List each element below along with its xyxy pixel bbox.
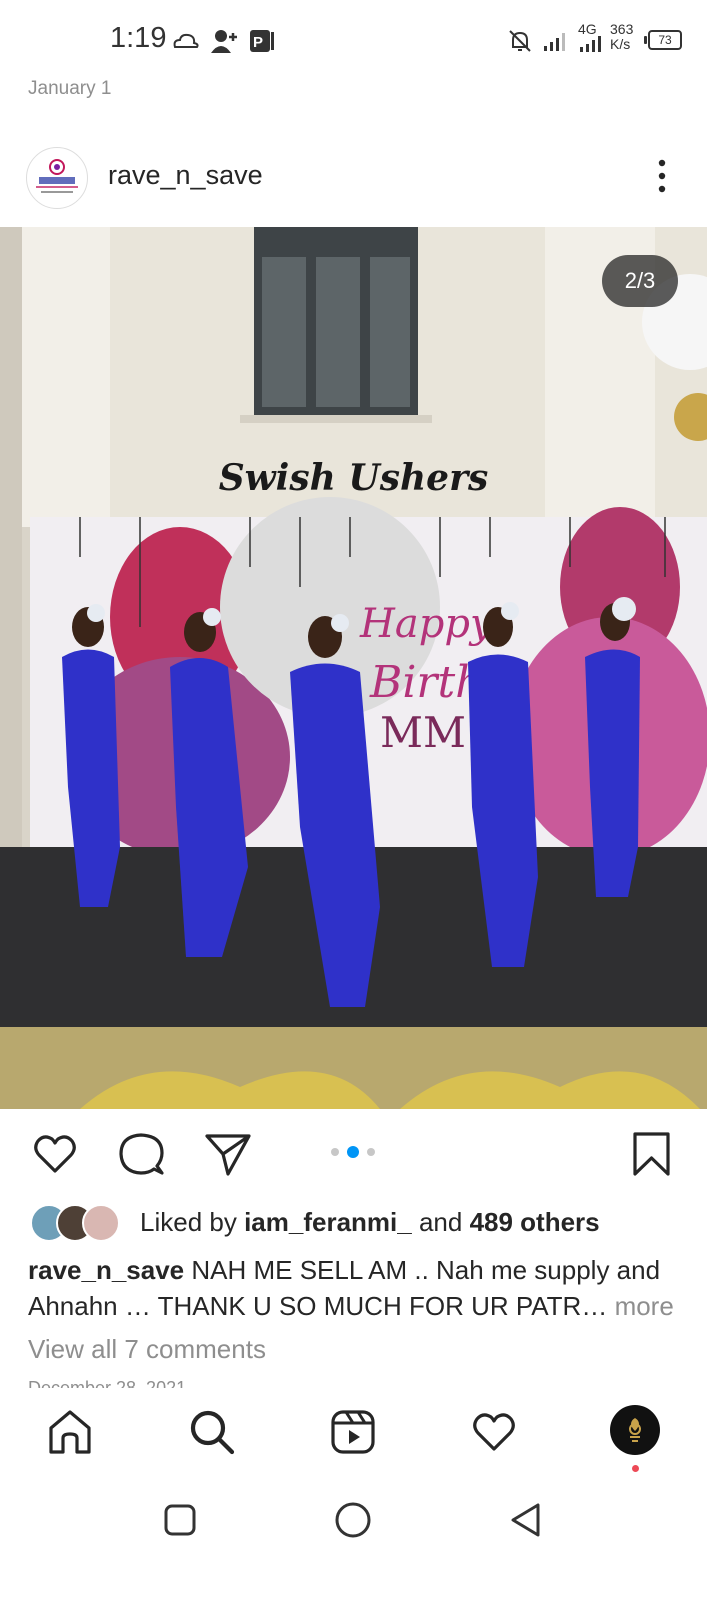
post-group-date: January 1 <box>28 78 112 99</box>
network-speed-value: 363 <box>610 21 634 37</box>
likes-user-link[interactable]: iam_feranmi_ <box>244 1207 412 1237</box>
network-speed-unit: K/s <box>610 36 631 52</box>
post-photo-scene: Happy Birthd MM <box>0 227 707 1109</box>
cloud-icon <box>170 24 202 58</box>
bookmark-icon <box>633 1132 670 1176</box>
comment-icon <box>119 1133 164 1175</box>
liked-by-avatars[interactable] <box>30 1203 120 1243</box>
signal-4g-icon <box>578 34 606 54</box>
recents-button[interactable] <box>160 1500 200 1540</box>
post-photo[interactable]: Happy Birthd MM Swish Ushers 2/3 <box>0 227 707 1109</box>
mute-icon <box>506 24 534 58</box>
view-all-comments-link[interactable]: View all 7 comments <box>28 1334 266 1365</box>
notification-dot <box>632 1465 639 1472</box>
nav-home[interactable] <box>46 1408 94 1456</box>
photo-page-counter: 2/3 <box>602 255 678 307</box>
svg-text:MM: MM <box>380 708 466 757</box>
nav-activity[interactable] <box>470 1408 518 1456</box>
nav-search[interactable] <box>188 1408 236 1456</box>
caption-username[interactable]: rave_n_save <box>28 1255 184 1285</box>
caption-ellipsis: … <box>581 1291 615 1321</box>
caption-more-link[interactable]: more <box>615 1291 674 1321</box>
signal-icon <box>542 24 570 58</box>
post-caption[interactable]: rave_n_save NAH ME SELL AM .. Nah me sup… <box>28 1252 688 1324</box>
send-icon <box>205 1134 251 1176</box>
carousel-indicator <box>330 1146 380 1158</box>
svg-text:P: P <box>253 34 263 51</box>
network-speed: 363 K/s <box>610 22 633 52</box>
post-date: December 28, 2021 <box>28 1378 187 1388</box>
rave-n-save-logo-icon <box>28 149 86 207</box>
back-button[interactable] <box>506 1500 546 1540</box>
reels-icon <box>331 1410 375 1454</box>
square-icon <box>164 1504 196 1536</box>
profile-logo-icon <box>611 1406 659 1454</box>
battery-icon: 73 <box>644 30 682 50</box>
carousel-dot <box>367 1148 375 1156</box>
home-button[interactable] <box>333 1500 373 1540</box>
likes-middle: and <box>411 1207 470 1237</box>
save-button[interactable] <box>628 1130 676 1178</box>
comment-button[interactable] <box>117 1130 165 1178</box>
add-person-icon <box>208 24 240 58</box>
status-bar: 1:19 P 4G 363 K/s 73 <box>0 0 720 80</box>
more-vertical-icon <box>658 159 666 193</box>
home-icon <box>49 1410 91 1454</box>
carousel-dot-active <box>347 1146 359 1158</box>
post-author-avatar[interactable] <box>26 147 88 209</box>
likes-prefix: Liked by <box>140 1207 245 1237</box>
likes-summary[interactable]: Liked by iam_feranmi_ and 489 others <box>140 1207 600 1238</box>
parking-icon: P <box>248 24 276 58</box>
photo-overlay-text: Swish Ushers <box>218 457 489 499</box>
triangle-back-icon <box>511 1503 540 1537</box>
nav-profile-avatar[interactable] <box>610 1405 660 1455</box>
svg-text:Happy: Happy <box>359 601 494 647</box>
status-time: 1:19 <box>110 22 167 54</box>
search-icon <box>190 1410 235 1455</box>
carousel-dot <box>331 1148 339 1156</box>
liker-avatar <box>82 1204 120 1242</box>
heart-icon <box>473 1413 515 1451</box>
heart-icon <box>34 1135 76 1173</box>
circle-icon <box>335 1502 371 1538</box>
nav-reels[interactable] <box>329 1408 377 1456</box>
share-button[interactable] <box>204 1130 252 1178</box>
more-options-button[interactable] <box>644 156 680 200</box>
likes-others-link[interactable]: 489 others <box>470 1207 600 1237</box>
like-button[interactable] <box>31 1130 79 1178</box>
post-author-username[interactable]: rave_n_save <box>108 160 263 191</box>
